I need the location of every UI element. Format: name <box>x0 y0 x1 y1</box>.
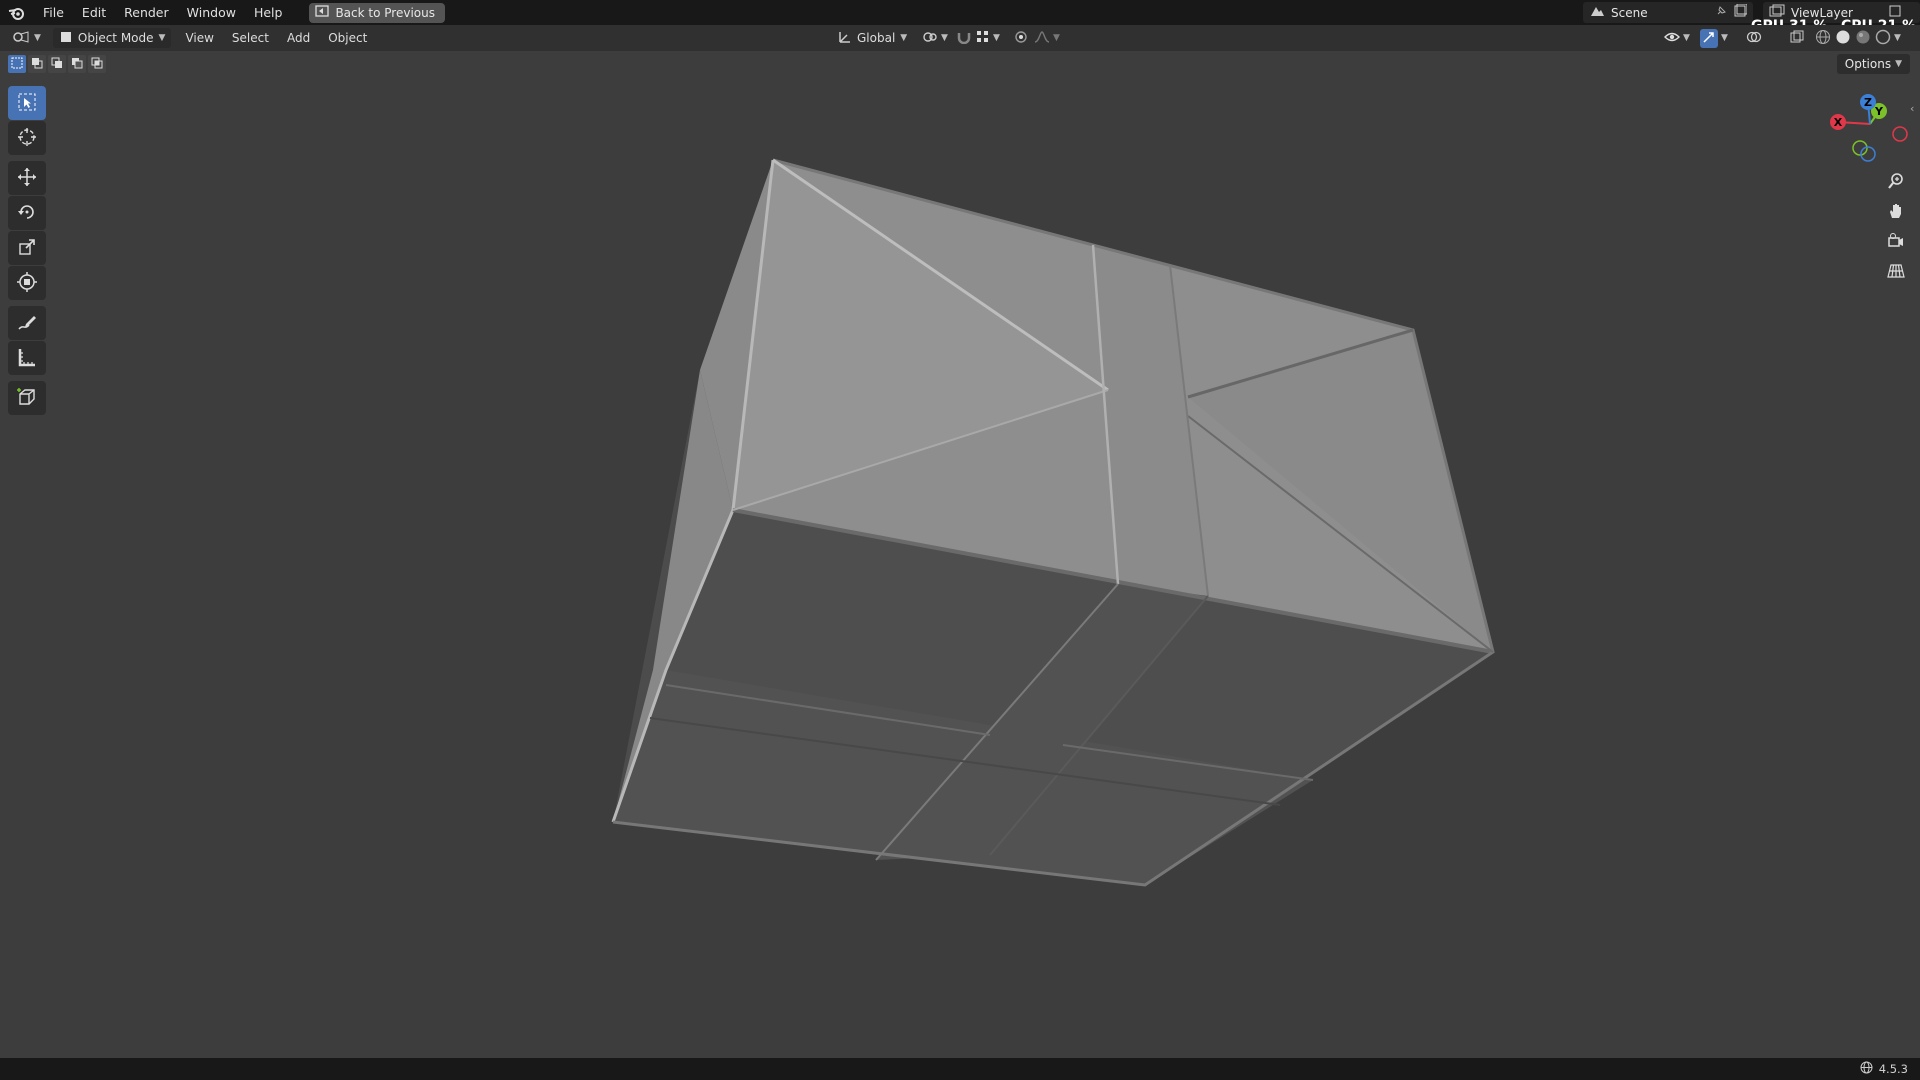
version-label: 4.5.3 <box>1878 1062 1908 1076</box>
status-bar: 4.5.3 <box>0 1058 1920 1080</box>
viewport-canvas[interactable] <box>0 0 1920 1080</box>
gift-box-model[interactable] <box>611 158 1495 887</box>
globe-icon <box>1860 1061 1873 1077</box>
